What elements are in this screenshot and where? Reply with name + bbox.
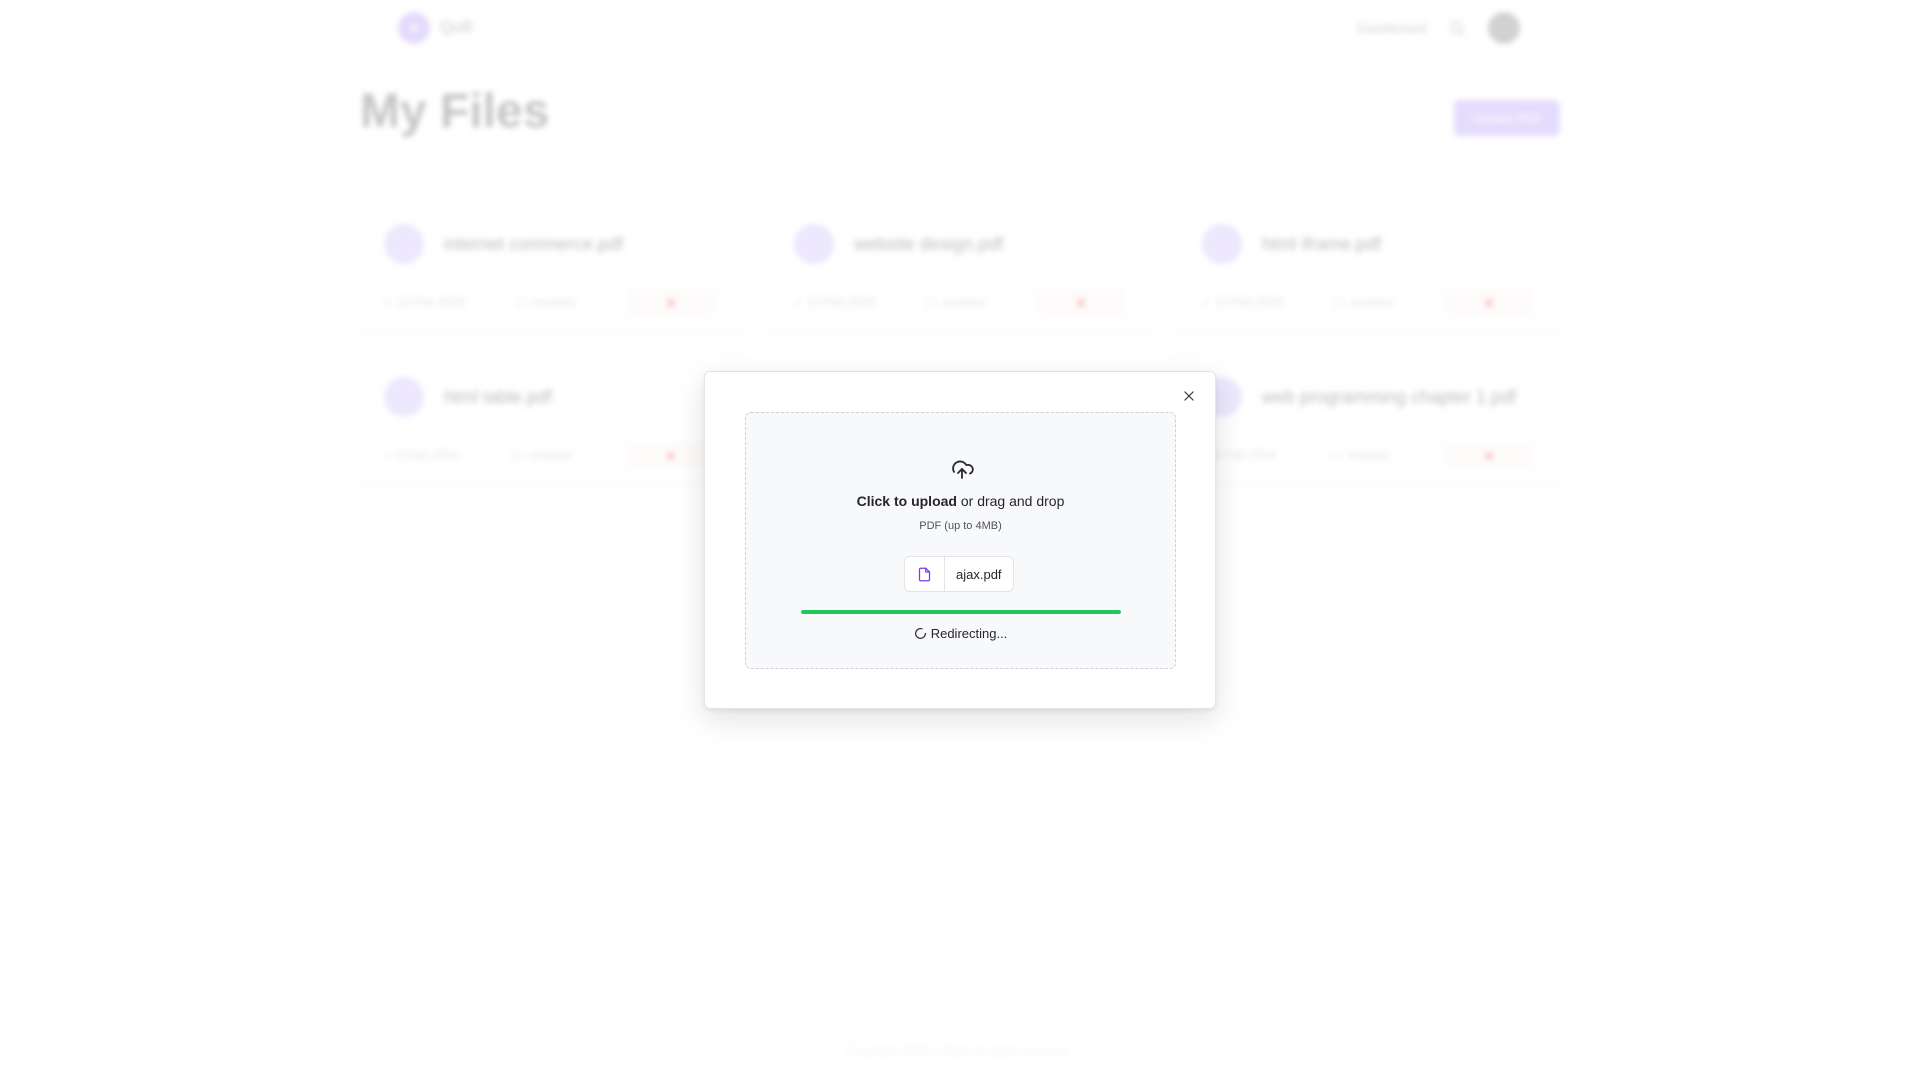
- close-button[interactable]: [1179, 386, 1199, 406]
- upload-hint: PDF (up to 4MB): [919, 520, 1002, 532]
- selected-file-name: ajax.pdf: [956, 566, 1002, 582]
- close-icon: [1184, 391, 1194, 401]
- upload-progress-fill: [801, 610, 1121, 614]
- upload-progress-bar: [801, 610, 1121, 614]
- upload-status-text: Redirecting...: [930, 626, 1008, 641]
- upload-prompt-bold[interactable]: Click to upload: [857, 493, 957, 509]
- loader-icon: [914, 628, 926, 639]
- upload-prompt: Click to upload or drag and drop: [746, 493, 1175, 509]
- cloud-upload-icon: [952, 460, 974, 479]
- file-icon-box: [905, 557, 945, 591]
- upload-dialog: Click to upload or drag and drop PDF (up…: [704, 371, 1216, 709]
- file-icon: [918, 567, 931, 581]
- upload-prompt-rest: or drag and drop: [956, 493, 1065, 509]
- upload-dropzone[interactable]: Click to upload or drag and drop PDF (up…: [745, 412, 1176, 669]
- upload-status: Redirecting...: [746, 626, 1175, 641]
- selected-file: ajax.pdf: [904, 556, 1014, 592]
